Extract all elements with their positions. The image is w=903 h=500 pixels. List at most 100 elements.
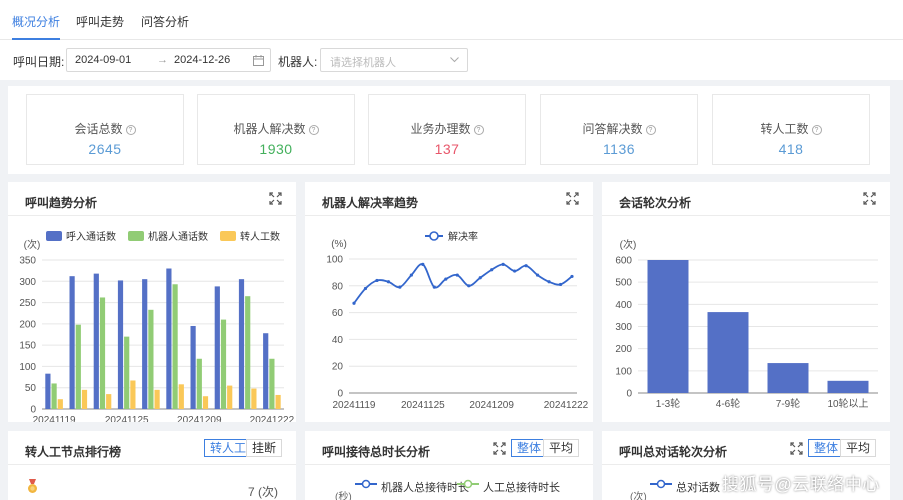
bar [93,273,99,409]
y-tick-label: 200 [615,344,632,355]
legend-label: 人工总接待时长 [483,482,560,494]
help-icon[interactable]: ? [125,125,136,135]
expand-icon[interactable] [790,442,803,455]
data-point [352,301,356,305]
duration-card: 呼叫接待总时长分析 整体 平均 机器人总接待时长 人工总接待时长 (秒) [305,431,593,500]
medal-icon [28,479,37,493]
bar [190,325,196,409]
y-axis-unit: (次) [24,238,41,251]
seg-overall[interactable]: 整体 [511,439,548,457]
legend-line-icon [355,479,377,489]
date-range-picker[interactable]: 2024-09-01 → 2024-12-26 [66,48,271,72]
legend-swatch [128,231,144,241]
kpi-value: 1930 [259,141,293,157]
y-axis-unit: (%) [331,239,347,250]
robot-select[interactable]: 请选择机器人 [320,48,468,72]
arrow-right-icon: → [157,54,168,66]
bar [57,399,63,409]
kpi-value: 418 [778,141,804,157]
y-tick-label: 20 [332,362,344,373]
legend-label: 机器人通话数 [148,230,208,243]
data-point [558,282,563,287]
bar [51,383,57,409]
kpi-business-handled: 业务办理数? 137 [368,94,526,165]
x-tick-label: 20241119 [33,415,76,422]
x-tick-label: 20241125 [401,400,445,411]
bar [117,280,124,409]
y-tick-label: 100 [615,366,632,377]
y-tick-label: 60 [332,308,344,319]
watermark-text: 搜狐号@云联络中心 [722,475,880,494]
help-icon[interactable]: ? [473,125,484,135]
x-tick-label: 20241222 [250,415,295,422]
seg-average[interactable]: 平均 [840,439,877,457]
help-icon[interactable]: ? [811,125,822,135]
tab-call-trend[interactable]: 呼叫走势 [76,0,124,40]
bar [827,380,869,393]
data-point [409,273,413,277]
bar [172,284,178,409]
x-tick-label: 20241125 [105,415,149,422]
bar [251,388,257,409]
kpi-label: 转人工数 [760,122,809,136]
seg-average[interactable]: 平均 [543,439,580,457]
kpi-value: 2645 [88,141,122,157]
rounds-card: 会话轮次分析 0 100 200 300 400 500 600 (次) 1-3轮 4-6轮 7-9… [602,182,890,422]
tab-qa-analysis[interactable]: 问答分析 [141,0,189,40]
top-tab-bar: 概况分析 呼叫走势 问答分析 [0,0,903,40]
y-tick-label: 40 [332,335,344,346]
kpi-label: 会话总数 [74,122,123,136]
legend-line-icon [650,479,672,489]
data-point [524,264,528,268]
bar [178,384,184,409]
robot-rate-chart: 0 20 40 60 80 100 (%) 解决率 20241119 20241125 202412… [326,230,588,411]
expand-icon[interactable] [566,192,579,205]
data-point [421,262,425,266]
rounds-chart: 0 100 200 300 400 500 600 (次) 1-3轮 4-6轮 7-9轮 10轮以上 [615,238,878,410]
expand-icon[interactable] [269,192,282,205]
robot-label: 机器人: [278,55,318,69]
card-header: 转人工节点排行榜 转人工 挂断 [8,431,296,465]
card-title: 呼叫趋势分析 [25,196,98,210]
kpi-value: 1136 [602,141,636,157]
date-end-value[interactable]: 2024-12-26 [174,54,230,66]
calendar-icon [253,55,264,66]
robot-rate-card: 机器人解决率趋势 0 20 40 60 80 100 (%) 解决率 20241119 20241… [305,182,593,422]
legend-label: 转人工数 [240,230,280,243]
y-axis-unit: (次) [620,238,637,251]
date-start-value[interactable]: 2024-09-01 [75,54,131,66]
expand-icon[interactable] [863,192,876,205]
x-tick-label: 20241209 [469,400,514,411]
seg-transfer-human[interactable]: 转人工 [204,439,253,457]
legend-label: 总对话数 [676,482,720,494]
data-point [386,280,391,284]
seg-overall[interactable]: 整体 [808,439,845,457]
robot-select-placeholder: 请选择机器人 [330,57,396,69]
x-tick-label: 7-9轮 [776,397,800,410]
seg-hangup[interactable]: 挂断 [246,439,283,457]
kpi-value: 137 [434,141,460,157]
kpi-total-sessions: 会话总数? 2645 [26,94,184,165]
x-tick-label: 4-6轮 [716,397,740,410]
help-icon[interactable]: ? [308,125,319,135]
bar [227,385,233,409]
legend-label: 机器人总接待时长 [381,482,469,494]
bar [75,324,81,409]
tab-overview[interactable]: 概况分析 [12,0,61,40]
bar [238,279,245,409]
data-point [535,273,540,277]
bar [106,394,112,409]
help-icon[interactable]: ? [645,125,656,135]
kpi-label: 业务办理数 [410,122,471,136]
expand-icon[interactable] [493,442,506,455]
y-tick-label: 100 [326,255,343,266]
bar [269,358,275,409]
chevron-down-icon [450,57,459,63]
data-point [467,284,471,288]
card-header: 机器人解决率趋势 [305,182,593,216]
card-title: 转人工节点排行榜 [25,445,122,459]
y-tick-label: 600 [615,256,632,267]
y-tick-label: 150 [19,341,36,352]
bar [142,279,148,409]
y-tick-label: 0 [626,389,632,400]
